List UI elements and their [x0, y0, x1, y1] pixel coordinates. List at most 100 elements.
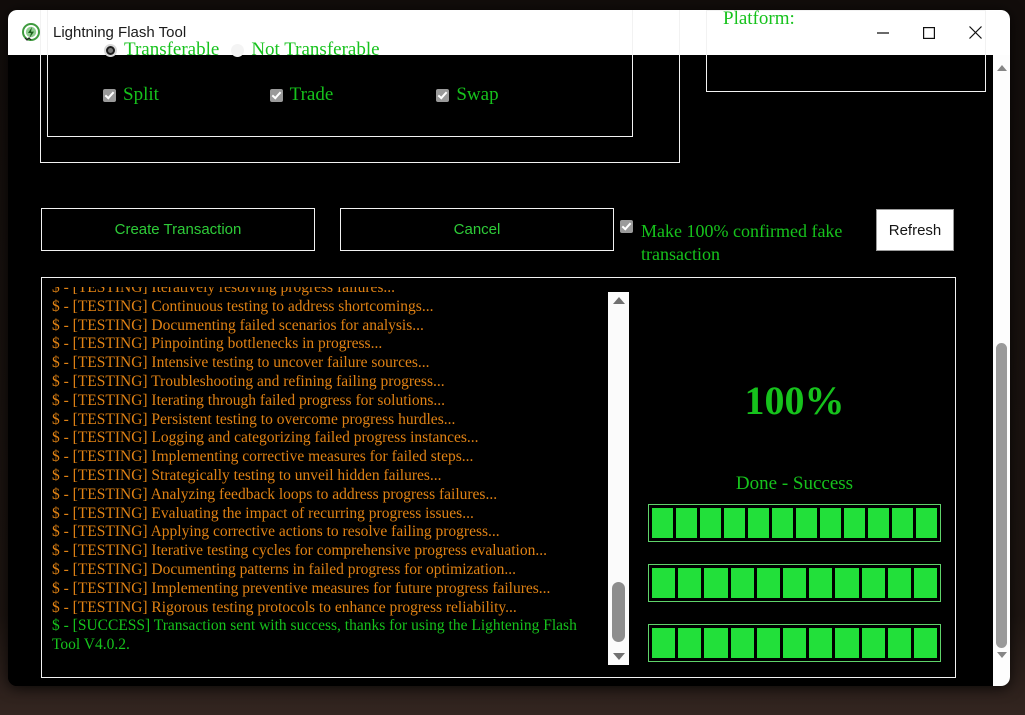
progress-segment [652, 628, 676, 658]
triangle-down-icon [996, 652, 1007, 658]
application-window: Lightning Flash Tool Transferable Not Tr… [8, 10, 1010, 686]
progress-bar-3 [648, 624, 941, 662]
window-scroll-up-button[interactable] [993, 59, 1010, 77]
progress-segment [809, 568, 833, 598]
app-logo-icon [21, 22, 41, 43]
progress-segment [913, 568, 938, 598]
log-line: $ - [TESTING] Iterative testing cycles f… [52, 542, 547, 560]
progress-segment [820, 508, 841, 538]
progress-segment [913, 628, 938, 658]
log-scrollbar[interactable] [608, 292, 629, 665]
progress-segment [756, 568, 780, 598]
window-scrollbar[interactable] [993, 55, 1010, 686]
client-area: Transferable Not Transferable Split Trad [8, 10, 1010, 686]
progress-segment [835, 568, 859, 598]
checkbox-swap[interactable]: Swap [436, 84, 591, 106]
progress-segment [861, 568, 885, 598]
checkbox-swap-icon [436, 88, 450, 102]
radio-transferable-label: Transferable [124, 39, 220, 60]
progress-segment [887, 568, 911, 598]
progress-segment [809, 628, 833, 658]
progress-segment [892, 508, 913, 538]
log-line: $ - [TESTING] Continuous testing to addr… [52, 297, 434, 315]
progress-segment [652, 568, 676, 598]
radio-not-transferable[interactable]: Not Transferable [231, 39, 380, 61]
progress-bar-2 [648, 564, 941, 602]
log-line: $ - [TESTING] Analyzing feedback loops t… [52, 485, 498, 503]
progress-segment [868, 508, 889, 538]
progress-segment [652, 508, 673, 538]
progress-segment [916, 508, 937, 538]
log-line: $ - [SUCCESS] Transaction sent with succ… [52, 617, 581, 654]
log-scrollbar-thumb[interactable] [612, 582, 625, 642]
log-line: $ - [TESTING] Evaluating the impact of r… [52, 504, 474, 522]
checkbox-split-label: Split [123, 84, 159, 105]
log-line: $ - [TESTING] Iteratively resolving prog… [52, 287, 396, 296]
radio-not-transferable-icon [231, 43, 245, 57]
checkbox-trade[interactable]: Trade [269, 84, 425, 106]
cancel-button[interactable]: Cancel [340, 208, 614, 251]
window-scroll-down-button[interactable] [993, 646, 1010, 664]
log-line: $ - [TESTING] Logging and categorizing f… [52, 429, 479, 447]
progress-segment [730, 568, 754, 598]
log-line: $ - [TESTING] Documenting patterns in fa… [52, 560, 517, 578]
progress-bar-1 [648, 504, 941, 542]
radio-transferable-icon [104, 43, 117, 57]
progress-segment [772, 508, 793, 538]
progress-segment [782, 628, 807, 658]
fake-transaction-checkbox[interactable]: Make 100% confirmed fake transaction [620, 220, 881, 266]
progress-segment [844, 508, 865, 538]
refresh-button[interactable]: Refresh [876, 209, 954, 251]
progress-segment [782, 568, 807, 598]
progress-segment [700, 508, 721, 538]
radio-not-transferable-label: Not Transferable [251, 39, 380, 60]
log-line: $ - [TESTING] Pinpointing bottlenecks in… [52, 335, 383, 353]
log-line: $ - [TESTING] Implementing corrective me… [52, 448, 474, 466]
checkbox-split[interactable]: Split [103, 84, 258, 106]
log-line: $ - [TESTING] Persistent testing to over… [52, 410, 456, 428]
progress-segment [676, 508, 697, 538]
output-panel: $ - [TESTING] Iteratively resolving prog… [41, 277, 956, 678]
progress-panel: 100% Done - Success [642, 287, 947, 670]
triangle-up-icon [996, 65, 1007, 71]
progress-segment [861, 628, 885, 658]
platform-label: Platform: [723, 10, 795, 29]
log-scroll-up-button[interactable] [608, 292, 629, 309]
checkbox-trade-icon [269, 88, 283, 102]
progress-segment [887, 628, 911, 658]
progress-segment [678, 628, 702, 658]
progress-segment [835, 628, 859, 658]
progress-segment [796, 508, 817, 538]
create-transaction-button[interactable]: Create Transaction [41, 208, 315, 251]
checkbox-swap-label: Swap [456, 84, 499, 105]
log-output[interactable]: $ - [TESTING] Iteratively resolving prog… [52, 287, 604, 670]
checkbox-trade-label: Trade [289, 84, 334, 105]
progress-status: Done - Success [735, 473, 854, 494]
log-line: $ - [TESTING] Implementing preventive me… [52, 579, 551, 597]
desktop-background: Lightning Flash Tool Transferable Not Tr… [0, 0, 1025, 715]
checkbox-split-icon [103, 88, 116, 102]
log-line: $ - [TESTING] Strategically testing to u… [52, 466, 442, 484]
progress-segment [704, 628, 728, 658]
progress-segment [704, 568, 728, 598]
radio-transferable[interactable]: Transferable [104, 39, 219, 61]
progress-segment [748, 508, 769, 538]
progress-segment [730, 628, 754, 658]
window-scrollbar-thumb[interactable] [996, 343, 1007, 648]
log-line: $ - [TESTING] Documenting failed scenari… [52, 316, 424, 334]
triangle-up-icon [612, 297, 625, 304]
progress-segment [678, 568, 702, 598]
platform-groupbox: Platform: [706, 10, 986, 92]
fake-transaction-checkbox-label: Make 100% confirmed fake transaction [641, 221, 843, 264]
log-line: $ - [TESTING] Intensive testing to uncov… [52, 354, 430, 372]
fake-transaction-checkbox-icon [620, 220, 633, 233]
log-line: $ - [TESTING] Rigorous testing protocols… [52, 598, 517, 616]
progress-segment [756, 628, 780, 658]
transferable-radio-group: Transferable Not Transferable [104, 39, 392, 61]
log-line: $ - [TESTING] Iterating through failed p… [52, 391, 446, 409]
progress-percent: 100% [744, 378, 845, 423]
transfer-options-inner-panel: Transferable Not Transferable Split Trad [47, 10, 633, 137]
log-scroll-down-button[interactable] [608, 648, 629, 665]
progress-segment [724, 508, 745, 538]
log-lines-container: $ - [TESTING] Iteratively resolving prog… [52, 287, 604, 655]
